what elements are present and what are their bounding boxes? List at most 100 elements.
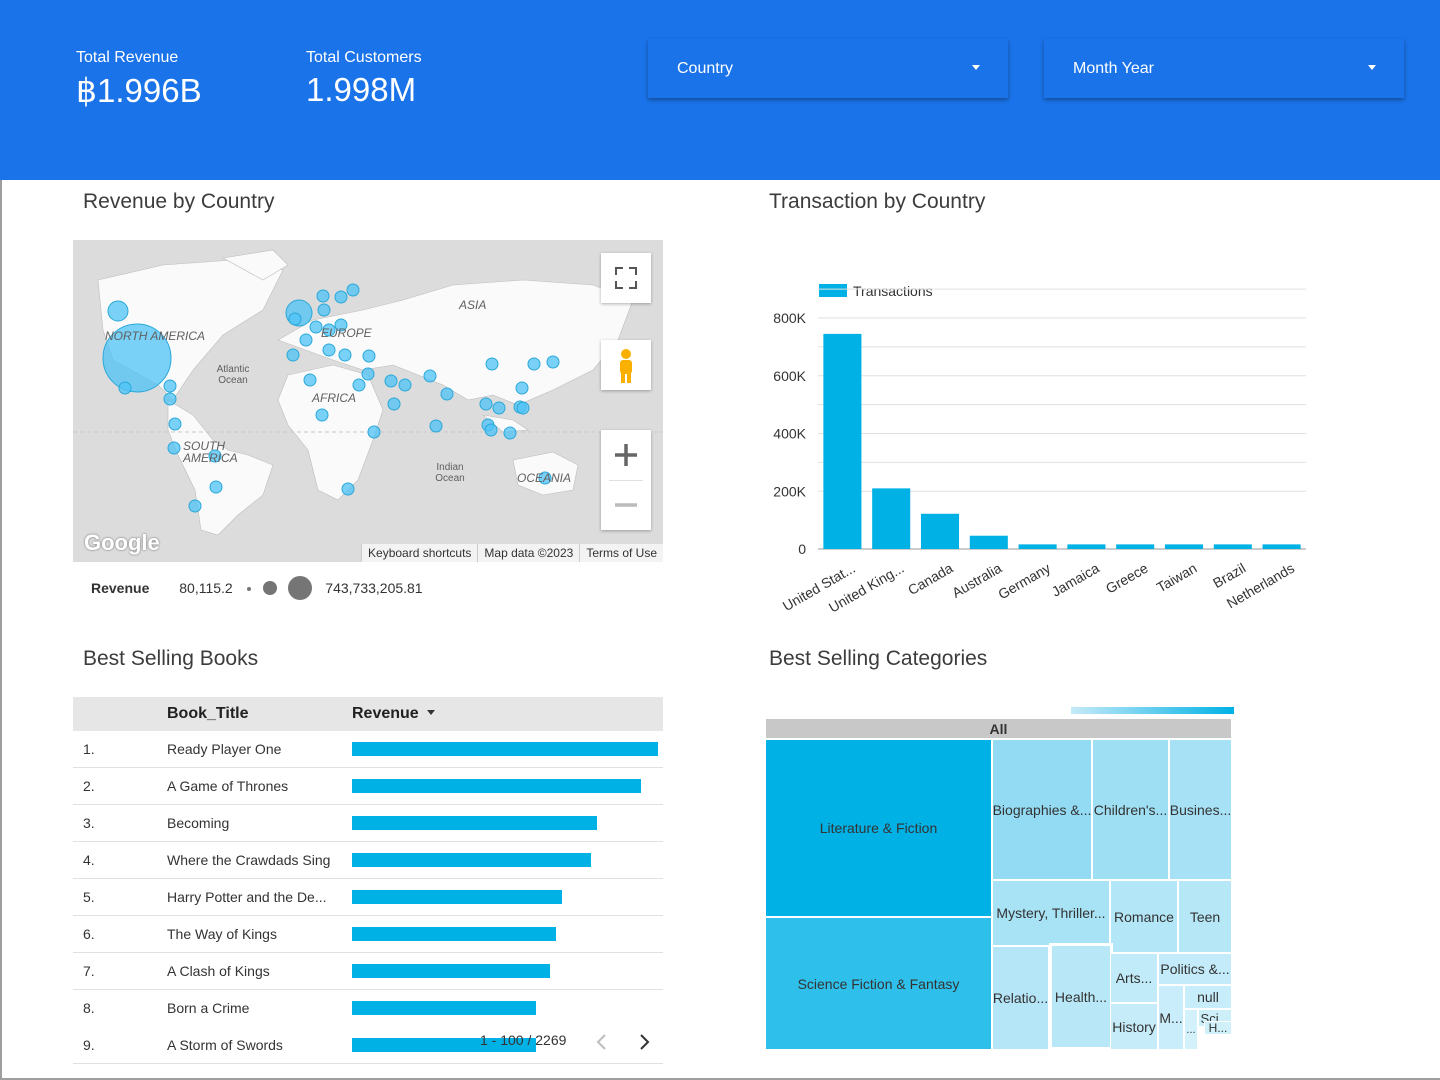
row-rank: 8. [73, 989, 166, 1027]
x-tick-label: Jamaica [1049, 560, 1102, 600]
treemap-cell[interactable]: Relatio... [992, 946, 1049, 1050]
table-header-row: Book_Title Revenue [73, 697, 663, 731]
treemap-cell[interactable]: Teen [1178, 880, 1232, 953]
row-book-title: Where the Crawdads Sing [166, 841, 351, 879]
x-tick-label: Australia [949, 560, 1004, 601]
bar[interactable] [1116, 544, 1155, 549]
legend-large-dot [288, 576, 313, 600]
treemap-cell[interactable]: Health... [1049, 943, 1113, 1050]
bar[interactable] [823, 333, 862, 549]
bar[interactable] [1164, 544, 1204, 549]
keyboard-shortcuts-link[interactable]: Keyboard shortcuts [361, 544, 477, 562]
revenue-header[interactable]: Revenue [351, 697, 663, 731]
x-tick-label: Greece [1103, 560, 1151, 597]
treemap-cell[interactable]: null [1184, 985, 1232, 1009]
row-book-title: A Clash of Kings [166, 952, 351, 990]
table-row[interactable]: 8. Born a Crime [73, 989, 663, 1027]
minus-icon [615, 503, 637, 507]
table-row[interactable]: 4. Where the Crawdads Sing [73, 841, 663, 879]
table-row[interactable]: 1. Ready Player One [73, 731, 663, 768]
chevron-down-icon [972, 65, 980, 70]
terms-of-use-link[interactable]: Terms of Use [579, 544, 663, 562]
bar[interactable] [920, 513, 960, 549]
zoom-in-button[interactable] [601, 430, 651, 480]
treemap-cell[interactable]: History [1110, 1003, 1158, 1050]
map-data-attribution: Map data ©2023 [477, 544, 579, 562]
row-rank: 4. [73, 841, 166, 879]
treemap-root-header[interactable]: All [765, 718, 1232, 739]
legend-swatch [819, 284, 847, 297]
table-row[interactable]: 7. A Clash of Kings [73, 952, 663, 990]
row-rank: 2. [73, 767, 166, 805]
treemap-cell[interactable]: Literature & Fiction [765, 739, 992, 917]
rank-header [73, 697, 166, 731]
kpi-value: ฿1.996B [76, 72, 202, 109]
fullscreen-button[interactable] [601, 253, 651, 303]
prev-page-button[interactable] [592, 1030, 612, 1054]
treemap-cell[interactable]: Busines... [1169, 739, 1232, 880]
kpi-label: Total Revenue [76, 49, 179, 66]
zoom-out-button[interactable] [601, 480, 651, 530]
treemap-cell[interactable]: Science Fiction & Fantasy [765, 917, 992, 1050]
legend-min-value: 80,115.2 [179, 580, 233, 596]
fullscreen-icon [615, 267, 637, 289]
kpi-total-customers: Total Customers 1.998M [306, 49, 422, 109]
next-page-button[interactable] [634, 1030, 654, 1054]
treemap-color-scale [1071, 707, 1234, 714]
month-year-filter-dropdown[interactable]: Month Year [1044, 39, 1404, 98]
bar[interactable] [1213, 544, 1252, 549]
x-tick-label: Canada [905, 560, 956, 598]
y-tick-label: 600K [773, 368, 806, 384]
bar[interactable] [872, 488, 911, 549]
ocean-label: Atlantic Ocean [216, 364, 250, 386]
country-filter-dropdown[interactable]: Country [648, 39, 1008, 98]
table-row[interactable]: 2. A Game of Thrones [73, 767, 663, 805]
continent-label: EUROPE [321, 326, 372, 340]
row-revenue-cell [351, 841, 663, 879]
revenue-bar [352, 816, 597, 830]
table-row[interactable]: 5. Harry Potter and the De... [73, 878, 663, 916]
bar[interactable] [1018, 544, 1057, 549]
bar[interactable] [1067, 544, 1106, 549]
table-clip-mask [73, 1022, 663, 1032]
transactions-chart-title: Transaction by Country [769, 190, 986, 213]
ocean-label: Indian Ocean [435, 462, 465, 484]
y-tick-label: 800K [773, 310, 806, 326]
continent-label: OCEANIA [517, 471, 572, 485]
row-book-title: Becoming [166, 804, 351, 842]
row-revenue-cell [351, 767, 663, 805]
continent-label: AFRICA [312, 391, 357, 405]
pagination-text: 1 - 100 / 2269 [480, 1032, 567, 1048]
treemap-cell[interactable]: Children's... [1092, 739, 1169, 880]
legend-max-value: 743,733,205.81 [325, 580, 423, 596]
treemap-cell[interactable]: Romance [1110, 880, 1178, 953]
row-book-title: Harry Potter and the De... [166, 878, 351, 916]
row-book-title: Born a Crime [166, 989, 351, 1027]
table-row[interactable]: 3. Becoming [73, 804, 663, 842]
revenue-bar [352, 1001, 536, 1015]
best-books-table: Book_Title Revenue 1. Ready Player One 2. A… [73, 697, 663, 1064]
continent-label: ASIA [459, 298, 487, 312]
treemap-cell[interactable]: Arts... [1110, 953, 1158, 1003]
treemap-cell[interactable]: M... [1158, 985, 1184, 1050]
legend-medium-dot [262, 581, 277, 595]
book-title-header[interactable]: Book_Title [166, 697, 351, 731]
bar[interactable] [969, 535, 1008, 549]
y-tick-label: 200K [773, 483, 806, 499]
street-view-pegman-button[interactable] [601, 340, 651, 390]
revenue-bar [352, 742, 658, 756]
divider [0, 180, 2, 1080]
row-rank: 6. [73, 915, 166, 953]
treemap-cell[interactable]: Mystery, Thriller... [992, 880, 1110, 946]
bar[interactable] [1262, 544, 1301, 549]
treemap-cell[interactable]: Biographies &... [992, 739, 1092, 880]
revenue-map[interactable]: NORTH AMERICA ASIA EUROPE AFRICA SOUTH A… [73, 240, 663, 562]
table-row[interactable]: 9. A Storm of Swords [73, 1026, 663, 1064]
table-row[interactable]: 6. The Way of Kings [73, 915, 663, 953]
row-revenue-cell [351, 878, 663, 916]
row-rank: 5. [73, 878, 166, 916]
treemap-cell[interactable]: ... [1184, 1009, 1198, 1050]
treemap-cell[interactable]: H... [1204, 1021, 1232, 1035]
treemap-cell[interactable]: Politics &... [1158, 953, 1232, 985]
revenue-bar [352, 890, 562, 904]
